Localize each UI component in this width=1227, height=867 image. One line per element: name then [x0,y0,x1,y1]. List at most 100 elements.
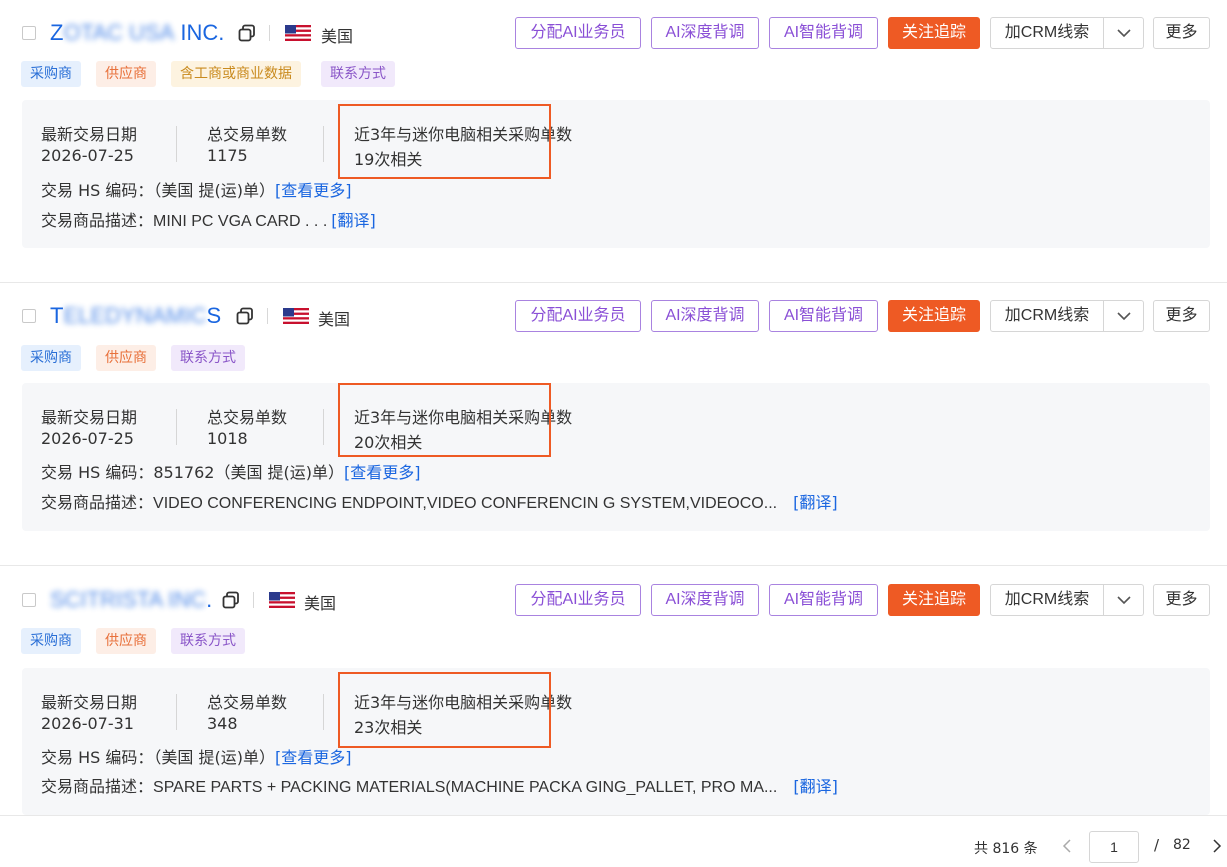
view-more-link[interactable]: [查看更多] [275,748,352,767]
company-name-start: Z [50,20,64,45]
hs-code-row: 交易 HS 编码：（美国 提(运)单）[查看更多] [41,177,351,201]
total-count: 共 816 条 [974,841,1038,857]
buyer-tag: 采购商 [21,345,81,371]
ai-smart-check-button[interactable]: AI智能背调 [769,584,878,616]
company-name-link[interactable]: SCITRISTA INC. [50,587,212,613]
translate-link[interactable]: [翻译] [793,493,838,512]
total-orders-label: 总交易单数 [207,408,288,427]
contact-tag[interactable]: 联系方式 [171,628,245,654]
description-value: VIDEO CONFERENCING ENDPOINT,VIDEO CONFER… [153,495,778,512]
chevron-right-icon[interactable] [1211,839,1223,853]
chevron-down-icon [1117,29,1131,38]
trade-summary-panel: 最新交易日期 2026-07-25 总交易单数 1175 近3年与迷你电脑相关采… [22,100,1210,248]
pagination-bar: 共 816 条 1 / 82 [0,815,1227,867]
description-label: 交易商品描述： [41,777,154,796]
latest-date-value: 2026-07-25 [41,146,134,165]
divider [323,409,324,445]
crm-dropdown-button[interactable] [1104,300,1144,332]
chevron-left-icon[interactable] [1062,839,1074,853]
company-card-1: ZOTAC USA INC. 美国 分配AI业务员 AI深度背调 AI智能背调 … [0,0,1227,283]
crm-dropdown-button[interactable] [1104,584,1144,616]
supplier-tag: 供应商 [96,345,156,371]
translate-link[interactable]: [翻译] [793,777,838,796]
page-number-input[interactable]: 1 [1089,831,1139,863]
latest-date-label: 最新交易日期 [41,408,138,427]
total-pages: 82 [1173,837,1191,853]
follow-track-button[interactable]: 关注追踪 [888,300,980,332]
open-new-window-icon[interactable] [222,591,240,609]
open-new-window-icon[interactable] [238,24,256,42]
trade-summary-panel: 最新交易日期 2026-07-31 总交易单数 348 近3年与迷你电脑相关采购… [22,668,1210,815]
total-orders-label: 总交易单数 [207,125,288,144]
us-flag-icon [285,25,311,41]
description-value: MINI PC VGA CARD . . . [153,213,328,230]
more-button[interactable]: 更多 [1153,584,1210,616]
view-more-link[interactable]: [查看更多] [344,463,421,482]
hs-code-row: 交易 HS 编码：851762（美国 提(运)单）[查看更多] [41,459,421,483]
divider [269,25,270,41]
ai-smart-check-button[interactable]: AI智能背调 [769,300,878,332]
latest-date-value: 2026-07-31 [41,714,134,733]
divider [176,409,177,445]
company-name-link[interactable]: ZOTAC USA INC. [50,20,224,46]
hs-code-label: 交易 HS 编码： [41,748,154,767]
total-orders-label: 总交易单数 [207,693,288,712]
divider [323,694,324,730]
ai-smart-check-button[interactable]: AI智能背调 [769,17,878,49]
country-label: 美国 [304,594,337,613]
country-label: 美国 [321,27,354,46]
business-data-tag: 含工商或商业数据 [171,61,301,87]
add-crm-lead-button[interactable]: 加CRM线索 [990,300,1104,332]
latest-date-label: 最新交易日期 [41,125,138,144]
description-row: 交易商品描述：MINI PC VGA CARD . . . [翻译] [41,207,376,231]
follow-track-button[interactable]: 关注追踪 [888,584,980,616]
latest-date-value: 2026-07-25 [41,429,134,448]
contact-tag[interactable]: 联系方式 [171,345,245,371]
buyer-tag: 采购商 [21,61,81,87]
total-orders-value: 1175 [207,146,248,165]
hs-code-value: 851762（美国 提(运)单） [153,463,345,482]
open-new-window-icon[interactable] [236,307,254,325]
total-orders-value: 1018 [207,429,248,448]
add-crm-lead-button[interactable]: 加CRM线索 [990,17,1104,49]
contact-tag[interactable]: 联系方式 [321,61,395,87]
ai-deep-check-button[interactable]: AI深度背调 [651,17,759,49]
add-crm-lead-button[interactable]: 加CRM线索 [990,584,1104,616]
description-row: 交易商品描述：VIDEO CONFERENCING ENDPOINT,VIDEO… [41,489,838,513]
view-more-link[interactable]: [查看更多] [275,181,352,200]
ai-deep-check-button[interactable]: AI深度背调 [651,584,759,616]
assign-ai-salesperson-button[interactable]: 分配AI业务员 [515,584,641,616]
company-name-blurred: OTAC USA [63,20,175,45]
chevron-down-icon [1117,596,1131,605]
company-card-2: TELEDYNAMICS 美国 分配AI业务员 AI深度背调 AI智能背调 关注… [0,283,1227,566]
hs-code-label: 交易 HS 编码： [41,463,154,482]
divider [253,592,254,608]
follow-track-button[interactable]: 关注追踪 [888,17,980,49]
crm-dropdown-button[interactable] [1104,17,1144,49]
company-card-3: SCITRISTA INC. 美国 分配AI业务员 AI深度背调 AI智能背调 … [0,566,1227,815]
select-checkbox[interactable] [22,26,36,40]
select-checkbox[interactable] [22,593,36,607]
ai-deep-check-button[interactable]: AI深度背调 [651,300,759,332]
hs-code-value: （美国 提(运)单） [153,748,275,767]
assign-ai-salesperson-button[interactable]: 分配AI业务员 [515,17,641,49]
company-name-blurred: ELEDYNAMIC [63,303,207,328]
divider [176,126,177,162]
divider [323,126,324,162]
company-name-link[interactable]: TELEDYNAMICS [50,303,221,329]
trade-summary-panel: 最新交易日期 2026-07-25 总交易单数 1018 近3年与迷你电脑相关采… [22,383,1210,531]
divider [267,308,268,324]
assign-ai-salesperson-button[interactable]: 分配AI业务员 [515,300,641,332]
more-button[interactable]: 更多 [1153,17,1210,49]
more-button[interactable]: 更多 [1153,300,1210,332]
hs-code-label: 交易 HS 编码： [41,181,154,200]
translate-link[interactable]: [翻译] [331,211,376,230]
divider [176,694,177,730]
supplier-tag: 供应商 [96,628,156,654]
total-orders-value: 348 [207,714,238,733]
buyer-tag: 采购商 [21,628,81,654]
chevron-down-icon [1117,312,1131,321]
select-checkbox[interactable] [22,309,36,323]
hs-code-row: 交易 HS 编码：（美国 提(运)单）[查看更多] [41,744,351,768]
highlight-box [338,672,551,748]
